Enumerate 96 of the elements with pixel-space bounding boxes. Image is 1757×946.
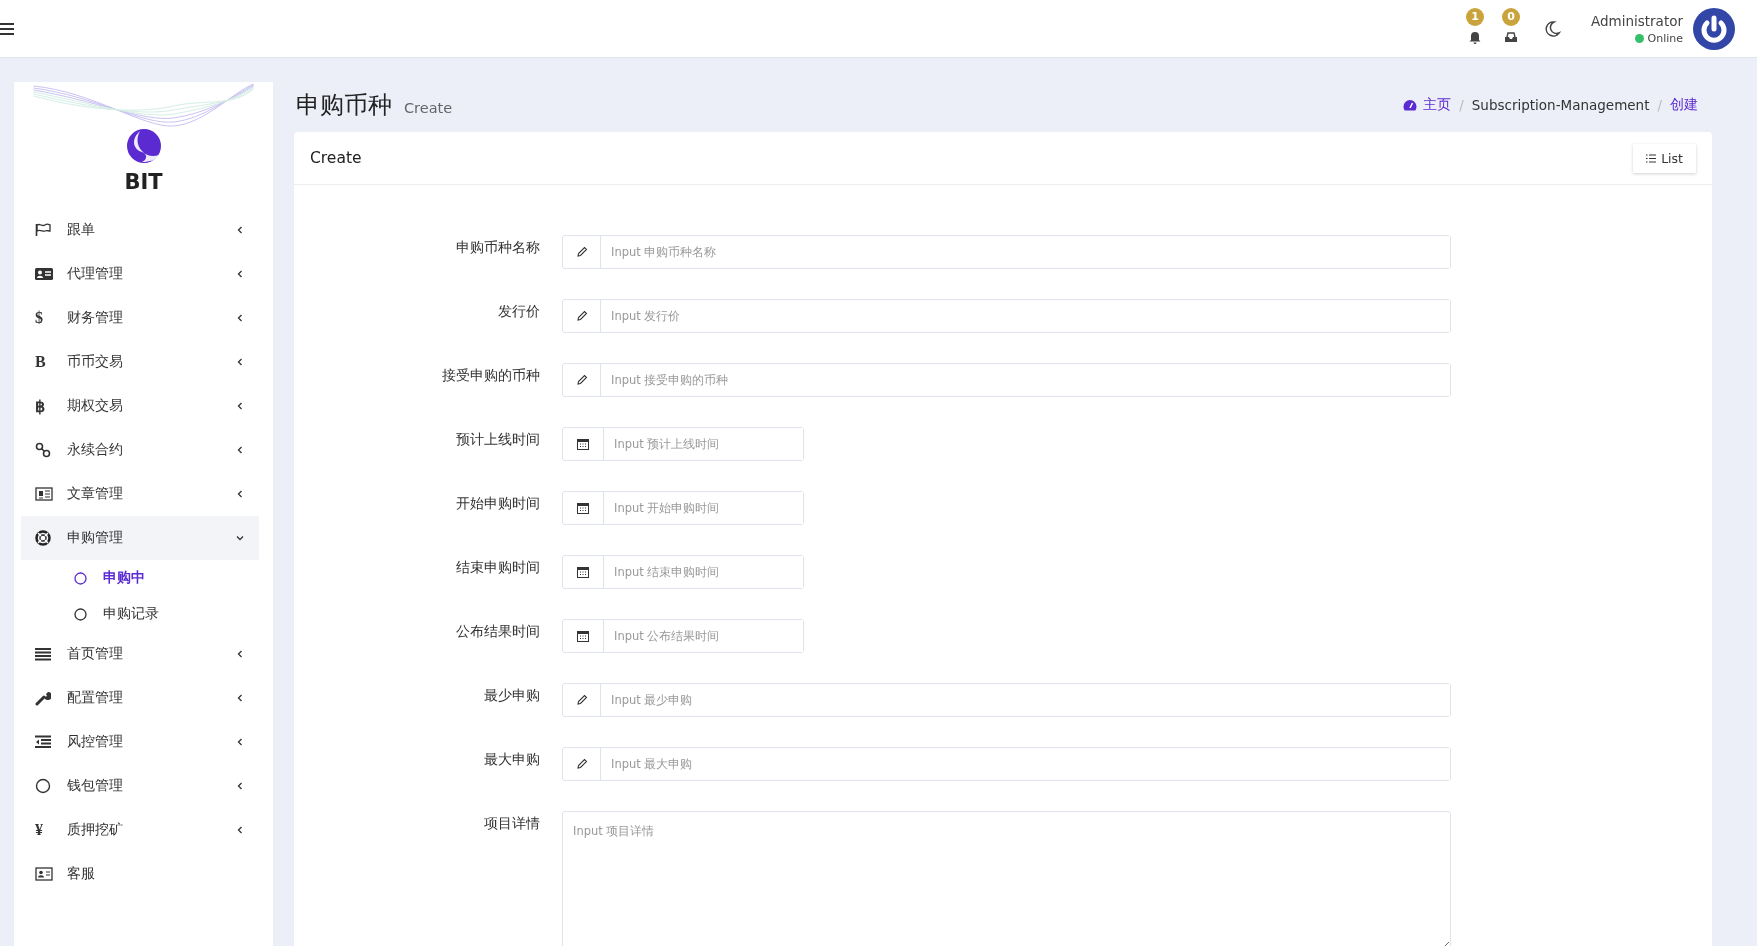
calendar-icon (577, 502, 589, 514)
flag-icon (35, 223, 51, 237)
card-title: Create (310, 149, 362, 167)
notification-badge: 0 (1501, 7, 1520, 26)
sidebar-item[interactable]: 跟单 (21, 208, 259, 252)
online-dot-icon (1634, 33, 1644, 43)
list-icon (1646, 153, 1657, 163)
currency-icon: ฿ (35, 396, 45, 416)
notification-badge: 1 (1465, 7, 1484, 26)
circle-icon (74, 571, 87, 585)
field-label: 项目详情 (483, 814, 541, 833)
text-field[interactable]: Input 申购币种名称 (562, 235, 1451, 269)
user-name: Administrator (1590, 12, 1683, 29)
date-field[interactable]: Input 开始申购时间 (562, 491, 804, 525)
chevron-left-icon (235, 825, 245, 835)
sidebar-item[interactable]: 客服 (21, 852, 259, 896)
pencil-icon (575, 694, 588, 706)
breadcrumb-separator: / (1459, 97, 1464, 113)
indent-list-icon (35, 735, 51, 749)
calendar-icon (577, 630, 589, 642)
bars-icon (35, 647, 51, 661)
sidebar-item[interactable]: 文章管理 (21, 472, 259, 516)
date-field[interactable]: Input 结束申购时间 (562, 555, 804, 589)
text-field[interactable]: Input 发行价 (562, 299, 1451, 333)
pencil-icon (575, 246, 588, 258)
sidebar-item[interactable]: 钱包管理 (21, 764, 259, 808)
field-label: 发行价 (497, 302, 541, 321)
chevron-left-icon (235, 269, 245, 279)
submenu-item[interactable]: 申购记录 (21, 596, 259, 632)
text-field[interactable]: Input 最少申购 (562, 683, 1451, 717)
pencil-icon (575, 758, 588, 770)
currency-icon: $ (35, 309, 43, 327)
field-label: 开始申购时间 (455, 494, 541, 513)
user-status: Online (1647, 31, 1683, 45)
id-card-icon (35, 267, 53, 281)
circle-icon (74, 607, 87, 621)
field-label: 接受申购的币种 (441, 366, 541, 385)
sidebar-item[interactable]: 配置管理 (21, 676, 259, 720)
page-title: 申购币种 (296, 90, 392, 121)
field-label: 最少申购 (483, 686, 541, 705)
inbox-icon[interactable] (1503, 29, 1518, 44)
newspaper-icon (35, 487, 53, 501)
page-subtitle: Create (404, 100, 453, 116)
sidebar-item[interactable]: 首页管理 (21, 632, 259, 676)
breadcrumb-separator: / (1657, 97, 1662, 113)
life-ring-icon (35, 530, 51, 546)
field-label: 申购币种名称 (455, 238, 541, 257)
logo-icon (125, 128, 162, 164)
chevron-down-icon (235, 533, 245, 543)
breadcrumb-current: 创建 (1670, 96, 1698, 114)
breadcrumb-link[interactable]: Subscription-Management (1471, 97, 1650, 113)
wrench-icon (35, 690, 51, 706)
avatar-icon[interactable] (1693, 7, 1735, 50)
field-label: 预计上线时间 (455, 430, 541, 449)
brand-name: BIT (124, 170, 163, 194)
breadcrumb-link[interactable]: 主页 (1423, 96, 1452, 114)
link-icon (35, 442, 51, 458)
date-field[interactable]: Input 公布结果时间 (562, 619, 804, 653)
textarea-field[interactable]: Input 项目详情 (562, 811, 1451, 946)
sidebar-item[interactable]: 申购管理 (21, 516, 259, 560)
chevron-left-icon (235, 445, 245, 455)
sidebar-item[interactable]: $ 财务管理 (21, 296, 259, 340)
menu-icon[interactable] (0, 22, 14, 35)
sidebar-item[interactable]: 永续合约 (21, 428, 259, 472)
chevron-left-icon (235, 313, 245, 323)
contact-card-icon (35, 867, 53, 881)
chevron-left-icon (235, 489, 245, 499)
chevron-left-icon (235, 649, 245, 659)
chevron-left-icon (235, 401, 245, 411)
calendar-icon (577, 438, 589, 450)
currency-icon: ¥ (35, 821, 43, 839)
bell-icon[interactable] (1467, 29, 1482, 44)
chevron-left-icon (235, 693, 245, 703)
sidebar-item[interactable]: ¥ 质押挖矿 (21, 808, 259, 852)
chevron-left-icon (235, 781, 245, 791)
field-label: 公布结果时间 (455, 622, 541, 641)
pencil-icon (575, 374, 588, 386)
currency-icon: B (35, 353, 46, 371)
pencil-icon (575, 310, 588, 322)
list-button[interactable]: List (1633, 143, 1696, 173)
date-field[interactable]: Input 预计上线时间 (562, 427, 804, 461)
text-field[interactable]: Input 最大申购 (562, 747, 1451, 781)
submenu-item[interactable]: 申购中 (21, 560, 259, 596)
calendar-icon (577, 566, 589, 578)
field-label: 结束申购时间 (455, 558, 541, 577)
sidebar-item[interactable]: ฿ 期权交易 (21, 384, 259, 428)
chevron-left-icon (235, 737, 245, 747)
field-label: 最大申购 (483, 750, 541, 769)
chevron-left-icon (235, 225, 245, 235)
chevron-left-icon (235, 357, 245, 367)
circle-icon (35, 778, 51, 794)
dashboard-icon (1403, 99, 1418, 111)
sidebar-item[interactable]: 风控管理 (21, 720, 259, 764)
sidebar-item[interactable]: B 币币交易 (21, 340, 259, 384)
text-field[interactable]: Input 接受申购的币种 (562, 363, 1451, 397)
sidebar-item[interactable]: 代理管理 (21, 252, 259, 296)
